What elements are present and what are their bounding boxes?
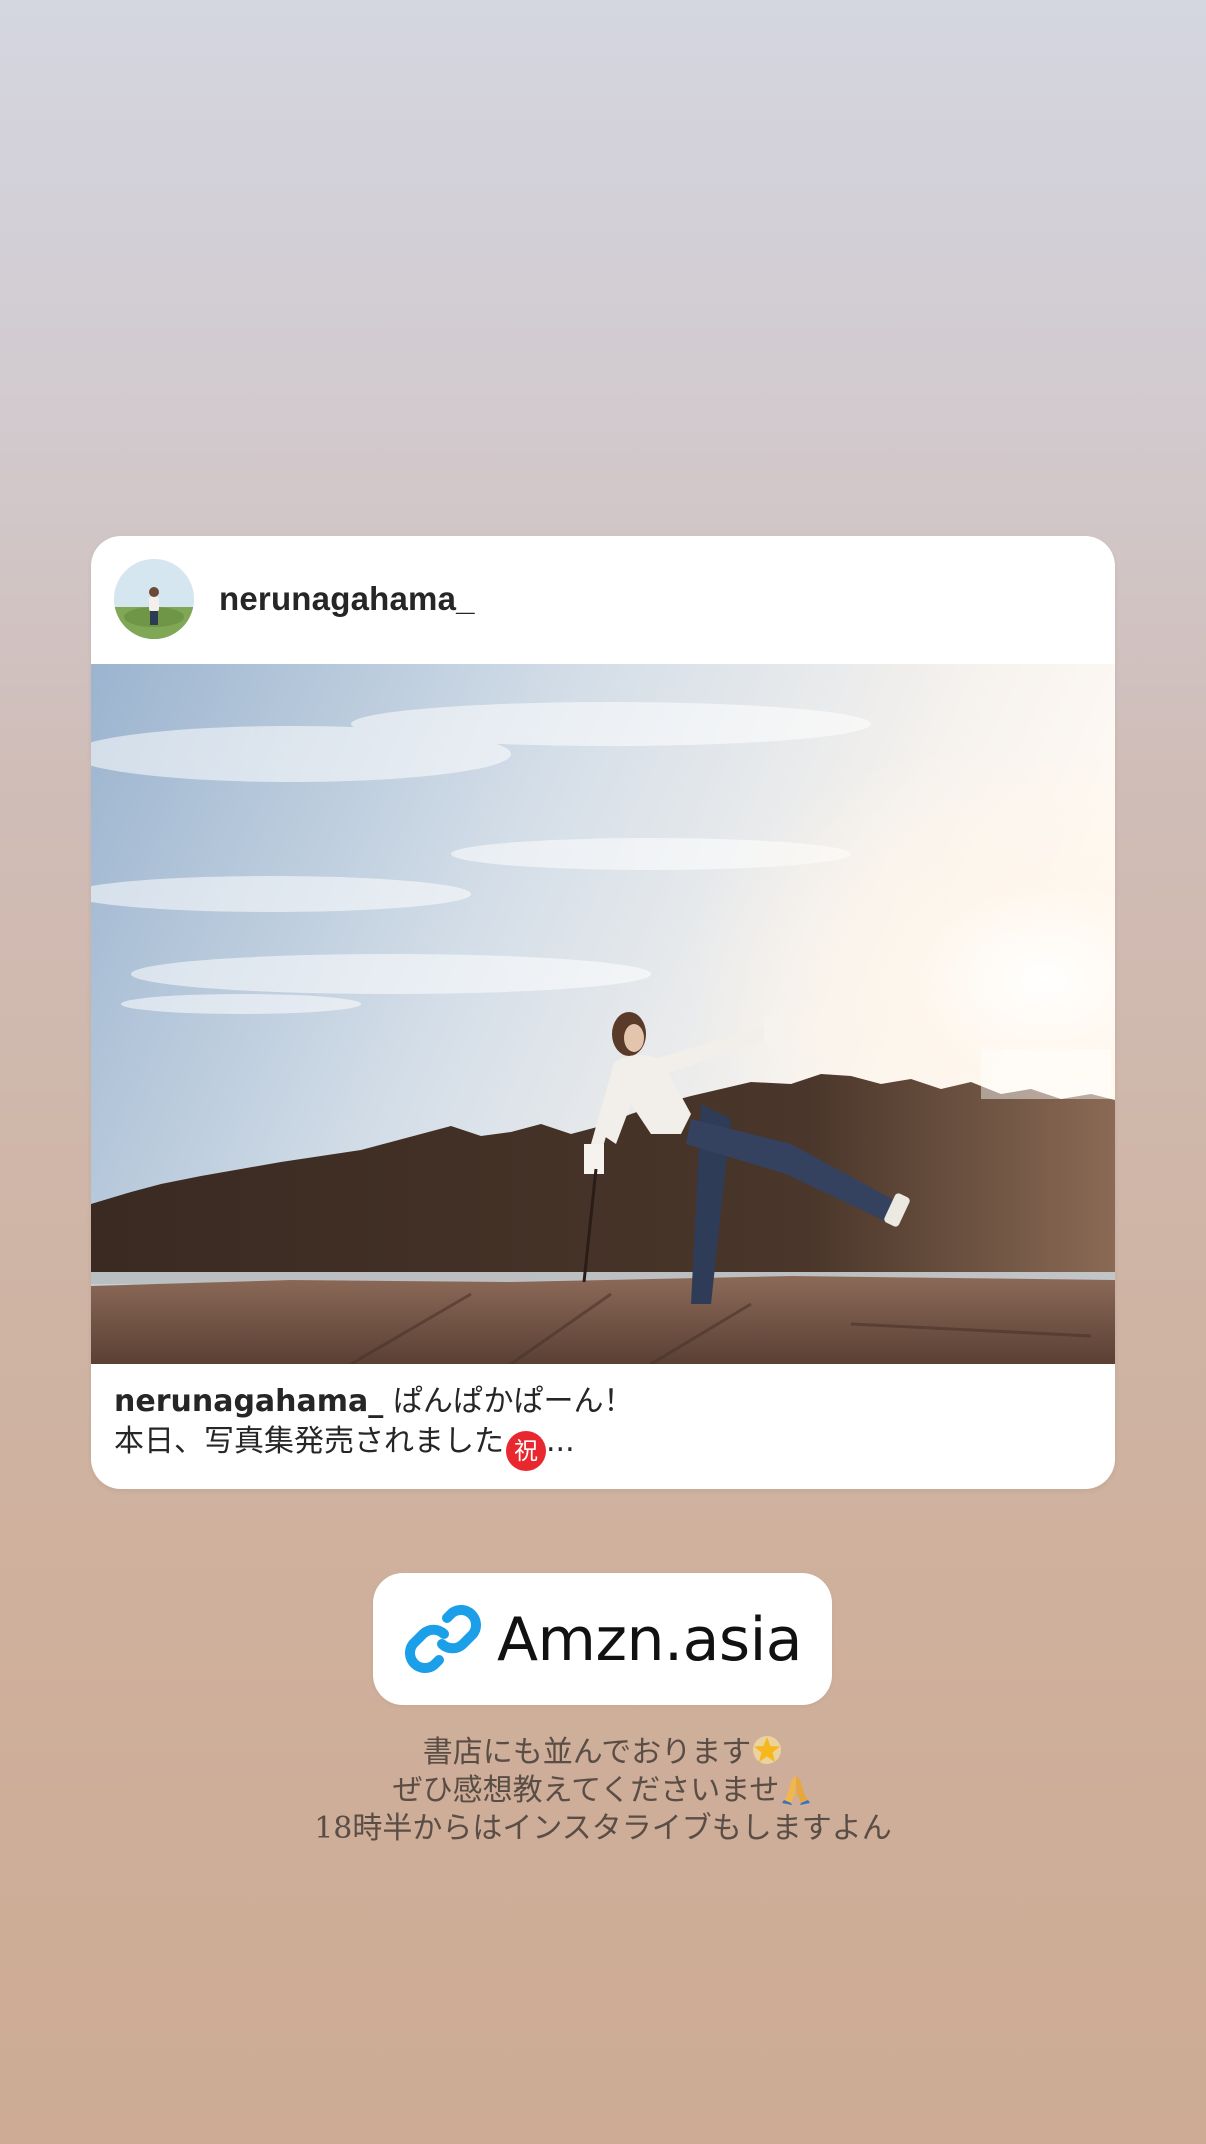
caption-line-2: 本日、写真集発売されました xyxy=(114,1424,504,1459)
post-header: nerunagahama_ xyxy=(91,536,1115,664)
link-icon xyxy=(405,1605,481,1673)
link-sticker[interactable]: Amzn.asia xyxy=(373,1573,832,1705)
story-text-line-1-label: 書店にも並んでおります xyxy=(422,1735,752,1770)
story-text-line-1: 書店にも並んでおります xyxy=(200,1734,1006,1772)
caption-ellipsis: ... xyxy=(546,1424,575,1459)
story-text-line-2: ぜひ感想教えてくださいませ xyxy=(200,1772,1006,1810)
post-caption: nerunagahama_ ぱんぱかぱーん！ 本日、写真集発売されました祝... xyxy=(114,1382,1094,1471)
story-text-line-3: 18時半からはインスタライブもしますよん xyxy=(314,1811,892,1846)
shared-post-card[interactable]: nerunagahama_ nerunagahama_ ぱんぱかぱーん！ 本日、… xyxy=(91,536,1115,1489)
story-text: 書店にも並んでおります ぜひ感想教えてくださいませ 18時半からはインスタライブ… xyxy=(200,1734,1006,1848)
glowing-star-icon xyxy=(753,1736,782,1764)
caption-line-1: ぱんぱかぱーん！ xyxy=(392,1384,634,1419)
post-photo[interactable] xyxy=(91,664,1115,1364)
post-username[interactable]: nerunagahama_ xyxy=(219,579,475,619)
link-label[interactable]: Amzn.asia xyxy=(497,1605,803,1675)
congratulations-badge-icon: 祝 xyxy=(506,1431,546,1471)
folded-hands-icon xyxy=(782,1776,811,1805)
story-text-line-2-label: ぜひ感想教えてくださいませ xyxy=(392,1773,780,1808)
caption-username[interactable]: nerunagahama_ xyxy=(114,1384,383,1419)
profile-avatar[interactable] xyxy=(114,559,194,639)
